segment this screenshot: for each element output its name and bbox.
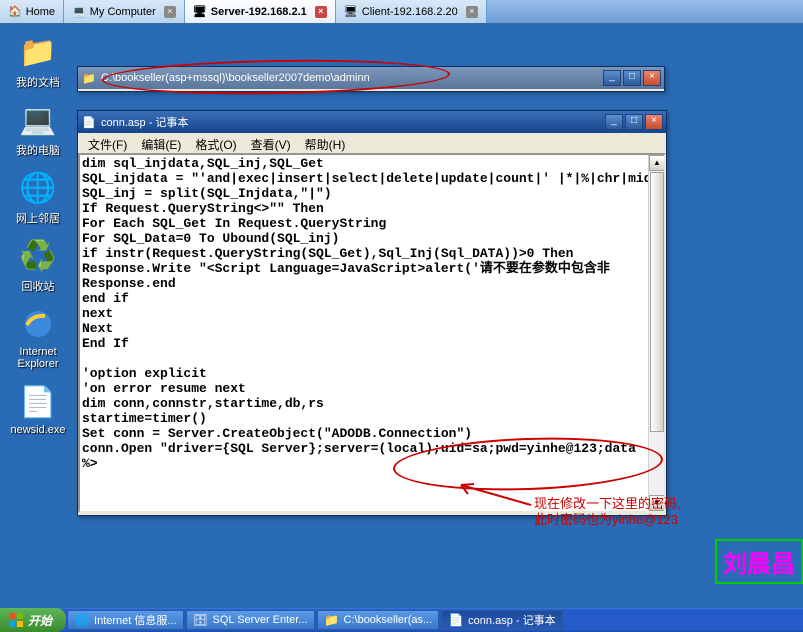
minimize-button[interactable]: _ <box>603 70 621 86</box>
notepad-icon: 📄 <box>81 114 97 130</box>
remote-desktop: 📁我的文档 💻我的电脑 🌐网上邻居 ♻️回收站 Internet Explore… <box>0 24 803 608</box>
desktop-icon-network[interactable]: 🌐网上邻居 <box>8 170 68 226</box>
maximize-button[interactable]: □ <box>623 70 641 86</box>
folder-icon: 📁 <box>324 612 340 628</box>
taskbar-item-notepad[interactable]: 📄conn.asp - 记事本 <box>441 610 562 630</box>
tab-label: Home <box>26 6 55 18</box>
tab-home[interactable]: 🏠 Home <box>0 0 64 23</box>
tab-label: Server-192.168.2.1 <box>211 6 307 18</box>
watermark: 刘晨昌 <box>715 539 803 584</box>
desktop-icon-my-computer[interactable]: 💻我的电脑 <box>8 102 68 158</box>
taskbar-item-sqlserver[interactable]: 🗄SQL Server Enter... <box>186 610 315 630</box>
session-tabbar: 🏠 Home 💻 My Computer × 🖥 Server-192.168.… <box>0 0 803 24</box>
taskbar-item-iis[interactable]: 🌐Internet 信息服... <box>67 610 184 630</box>
scroll-up-button[interactable]: ▲ <box>649 155 665 171</box>
notepad-titlebar[interactable]: 📄 conn.asp - 记事本 _ □ × <box>78 111 666 133</box>
menu-view[interactable]: 查看(V) <box>245 135 297 151</box>
notepad-body: dim sql_injdata,SQL_inj,SQL_Get SQL_injd… <box>78 153 666 513</box>
computer-icon: 💻 <box>72 5 86 18</box>
tab-label: Client-192.168.2.20 <box>362 6 458 18</box>
desktop-icon-my-documents[interactable]: 📁我的文档 <box>8 34 68 90</box>
notepad-icon: 📄 <box>448 612 464 628</box>
close-button[interactable]: × <box>643 70 661 86</box>
close-icon[interactable]: × <box>466 6 478 18</box>
close-icon[interactable]: × <box>315 6 327 18</box>
folder-titlebar[interactable]: 📁 C:\bookseller(asp+mssql)\bookseller200… <box>78 67 664 89</box>
menu-format[interactable]: 格式(O) <box>189 135 242 151</box>
tab-server[interactable]: 🖥 Server-192.168.2.1 × <box>185 0 336 23</box>
client-icon: 🖥 <box>344 5 358 18</box>
tab-my-computer[interactable]: 💻 My Computer × <box>64 0 185 23</box>
folder-title: C:\bookseller(asp+mssql)\bookseller2007d… <box>101 72 603 84</box>
notepad-menubar: 文件(F) 编辑(E) 格式(O) 查看(V) 帮助(H) <box>78 133 666 153</box>
taskbar: 开始 🌐Internet 信息服... 🗄SQL Server Enter...… <box>0 608 803 632</box>
scroll-thumb[interactable] <box>650 172 664 432</box>
annotation-text: 现在修改一下这里的密码, 此时密码也为yinhe@123 <box>534 496 681 528</box>
taskbar-item-explorer[interactable]: 📁C:\bookseller(as... <box>317 610 440 630</box>
scrollbar-vertical[interactable]: ▲ ▼ <box>648 155 664 511</box>
notepad-textarea[interactable]: dim sql_injdata,SQL_inj,SQL_Get SQL_injd… <box>80 155 664 472</box>
tab-label: My Computer <box>90 6 156 18</box>
windows-logo-icon <box>8 612 24 628</box>
close-button[interactable]: × <box>645 114 663 130</box>
maximize-button[interactable]: □ <box>625 114 643 130</box>
home-icon: 🏠 <box>8 5 22 18</box>
notepad-title: conn.asp - 记事本 <box>101 114 605 130</box>
desktop-icon-ie[interactable]: Internet Explorer <box>8 306 68 370</box>
annotation-arrow <box>456 480 536 510</box>
menu-help[interactable]: 帮助(H) <box>299 135 352 151</box>
notepad-window: 📄 conn.asp - 记事本 _ □ × 文件(F) 编辑(E) 格式(O)… <box>77 110 667 516</box>
desktop-icon-newsid[interactable]: 📄newsid.exe <box>8 384 68 436</box>
menu-edit[interactable]: 编辑(E) <box>135 135 187 151</box>
server-icon: 🖥 <box>193 5 207 18</box>
folder-window[interactable]: 📁 C:\bookseller(asp+mssql)\bookseller200… <box>77 66 665 92</box>
start-button[interactable]: 开始 <box>0 608 66 632</box>
minimize-button[interactable]: _ <box>605 114 623 130</box>
app-icon: 🌐 <box>74 612 90 628</box>
folder-icon: 📁 <box>81 70 97 86</box>
menu-file[interactable]: 文件(F) <box>82 135 133 151</box>
app-icon: 🗄 <box>193 612 209 628</box>
close-icon[interactable]: × <box>164 6 176 18</box>
tab-client[interactable]: 🖥 Client-192.168.2.20 × <box>336 0 487 23</box>
desktop-icon-recycle[interactable]: ♻️回收站 <box>8 238 68 294</box>
